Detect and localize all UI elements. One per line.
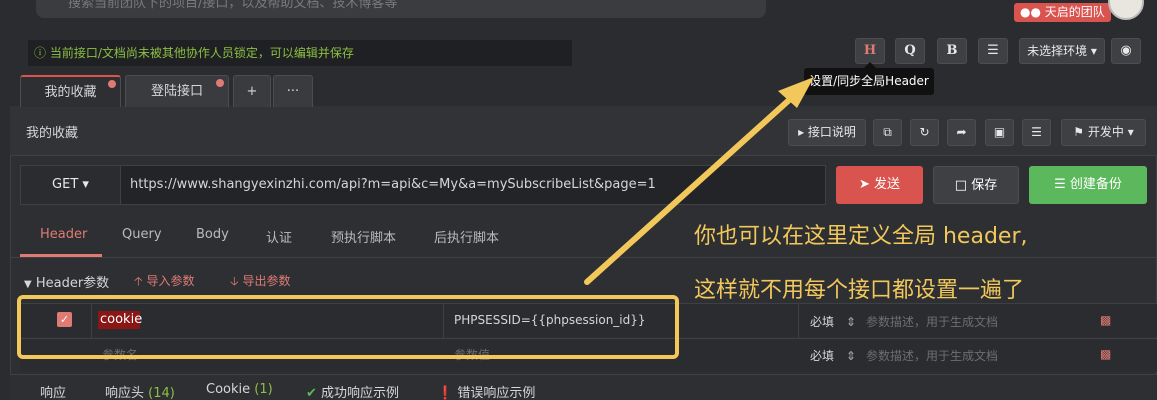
- annotation-line-1: 你也可以在这里定义全局 header,: [694, 224, 1028, 249]
- annotation-arrow: [584, 77, 814, 285]
- arrow-shaft: [584, 89, 801, 285]
- annotation-line-2: 这样就不用每个接口都设置一遍了: [694, 278, 1025, 303]
